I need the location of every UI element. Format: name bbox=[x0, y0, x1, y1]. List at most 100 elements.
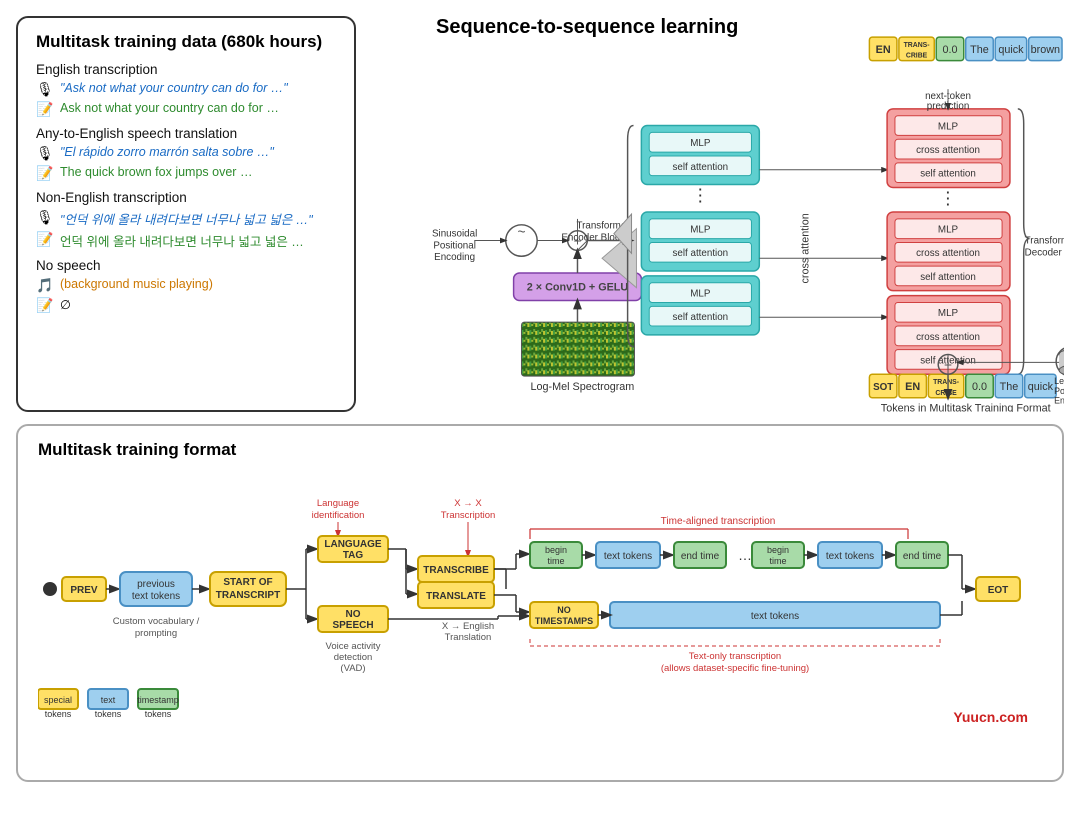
spectrogram-box bbox=[521, 322, 634, 376]
sinu-label2: Positional bbox=[433, 240, 476, 251]
dec-cross-bot-label: cross attention bbox=[916, 332, 980, 343]
out-token-en-label: EN bbox=[876, 44, 891, 56]
no-speech-label2: SPEECH bbox=[332, 620, 373, 631]
no-speech-text: (background music playing) bbox=[60, 277, 213, 291]
in-token-00-label: 0.0 bbox=[972, 381, 987, 393]
spectrogram-label: Log-Mel Spectrogram bbox=[530, 381, 634, 393]
enc-attn-mid-label: self attention bbox=[673, 248, 729, 259]
section-english-transcription: English transcription bbox=[36, 62, 336, 77]
vad-label3: (VAD) bbox=[340, 663, 365, 674]
end-time-label1: end time bbox=[681, 551, 720, 562]
enc-mlp-mid-label: MLP bbox=[690, 225, 711, 236]
enc-mlp-top-label: MLP bbox=[690, 138, 711, 149]
lang-id-label1: Language bbox=[317, 498, 359, 509]
in-token-quick-label: quick bbox=[1028, 381, 1054, 393]
dec-label2: Decoder Blocks bbox=[1025, 247, 1064, 258]
flow-dots: … bbox=[738, 547, 752, 563]
time-aligned-label: Time-aligned transcription bbox=[661, 516, 776, 527]
out-token-quick-label: quick bbox=[998, 44, 1024, 56]
dec-mlp-mid-label: MLP bbox=[938, 225, 959, 236]
sinu-label1: Sinusoidal bbox=[432, 229, 477, 240]
prev-text-label1: previous bbox=[137, 579, 175, 590]
tokens-label: Tokens in Multitask Training Format bbox=[881, 403, 1051, 412]
xx-trans-label1: X → X bbox=[454, 498, 482, 509]
learned-pos-label3: Encoding bbox=[1054, 396, 1064, 406]
data-row: 🎵 (background music playing) bbox=[36, 277, 336, 294]
data-row: 📝 언덕 위에 올라 내려다보면 너무나 넓고 넓은 … bbox=[36, 231, 336, 250]
legend-timestamp-text1: timestamp bbox=[137, 695, 179, 705]
note-icon: 📝 bbox=[36, 231, 54, 248]
no-timestamps-label2: TIMESTAMPS bbox=[535, 616, 593, 626]
data-row: 🎙 "El rápido zorro marrón salta sobre …" bbox=[36, 145, 336, 162]
lang-tag-label2: TAG bbox=[343, 550, 364, 561]
legend-special-text1: special bbox=[44, 695, 72, 705]
eot-label: EOT bbox=[988, 585, 1009, 596]
data-row: 🎙 "언덕 위에 올라 내려다보면 너무나 넓고 넓은 …" bbox=[36, 209, 336, 228]
data-row: 📝 Ask not what your country can do for … bbox=[36, 101, 336, 118]
in-token-the-label: The bbox=[1000, 381, 1019, 393]
no-timestamps-label1: NO bbox=[557, 605, 571, 615]
enc-mlp-bot-label: MLP bbox=[690, 289, 711, 300]
section-nonenglish: Non-English transcription bbox=[36, 190, 336, 205]
translate-label: TRANSLATE bbox=[426, 591, 486, 602]
lang-id-label2: identification bbox=[312, 510, 365, 521]
sot-label2: TRANSCRIPT bbox=[216, 590, 280, 601]
begin-time-label3: begin bbox=[767, 545, 789, 555]
xx-trans-label2: Transcription bbox=[441, 510, 496, 521]
out-token-the-label: The bbox=[970, 44, 989, 56]
text-tokens-wide-label: text tokens bbox=[751, 611, 799, 622]
dec-label1: Transformer bbox=[1025, 235, 1064, 246]
legend-timestamp-text2: tokens bbox=[145, 709, 172, 719]
learned-pos-label2: Positional bbox=[1054, 386, 1064, 396]
enc-attn-bot-label: self attention bbox=[673, 312, 729, 323]
mic-icon: 🎙 bbox=[36, 145, 54, 162]
flow-diagram-svg: PREV previous text tokens Custom vocabul… bbox=[38, 474, 1048, 729]
text-tokens-label1: text tokens bbox=[604, 551, 652, 562]
lang-tag-label1: LANGUAGE bbox=[324, 539, 382, 550]
text-tokens-label2: text tokens bbox=[826, 551, 874, 562]
note-icon: 📝 bbox=[36, 297, 54, 314]
left-box-title: Multitask training data (680k hours) bbox=[36, 32, 336, 52]
prev-text-label2: text tokens bbox=[132, 591, 180, 602]
text-only-label2: (allows dataset-specific fine-tuning) bbox=[661, 663, 809, 674]
sequence-learning-diagram: Sequence-to-sequence learning bbox=[376, 16, 1064, 412]
dec-self-mid-label: self attention bbox=[920, 272, 976, 283]
out-token-00-label: 0.0 bbox=[942, 44, 957, 56]
enc-dots: ⋮ bbox=[691, 185, 709, 205]
sinu-label3: Encoding bbox=[434, 252, 475, 263]
note-icon: 📝 bbox=[36, 165, 54, 182]
out-token-brown-label: brown bbox=[1031, 44, 1060, 56]
watermark-text: Yuucn.com bbox=[953, 709, 1028, 725]
prev-label: PREV bbox=[70, 585, 98, 596]
data-row: 📝 The quick brown fox jumps over … bbox=[36, 165, 336, 182]
dec-mlp-top-label: MLP bbox=[938, 121, 959, 132]
vad-label1: Voice activity bbox=[326, 641, 381, 652]
in-token-en-label: EN bbox=[905, 381, 920, 393]
music-icon: 🎵 bbox=[36, 277, 54, 294]
data-row: 🎙 "Ask not what your country can do for … bbox=[36, 81, 336, 98]
mic-icon: 🎙 bbox=[36, 209, 54, 226]
custom-vocab-label2: prompting bbox=[135, 628, 177, 639]
empty-transcript: ∅ bbox=[60, 297, 71, 312]
begin-time-label2: time bbox=[547, 556, 564, 566]
transcribe-label: TRANSCRIBE bbox=[423, 565, 489, 576]
mic-icon: 🎙 bbox=[36, 81, 54, 98]
legend-text-text2: tokens bbox=[95, 709, 122, 719]
note-icon: 📝 bbox=[36, 101, 54, 118]
sinu-tilde: ~ bbox=[517, 225, 525, 240]
x-eng-label1: X → English bbox=[442, 621, 494, 632]
learned-pos-label1: Learned bbox=[1054, 376, 1064, 386]
in-token-sot-label: SOT bbox=[873, 382, 893, 393]
no-speech-label1: NO bbox=[346, 609, 361, 620]
start-dot bbox=[43, 582, 57, 596]
multitask-data-box: Multitask training data (680k hours) Eng… bbox=[16, 16, 356, 412]
section-any-english: Any-to-English speech translation bbox=[36, 126, 336, 141]
conv-label: 2 × Conv1D + GELU bbox=[527, 282, 629, 294]
dec-dots: ⋮ bbox=[939, 188, 957, 208]
transcript-text-en: Ask not what your country can do for … bbox=[60, 101, 279, 115]
custom-vocab-label1: Custom vocabulary / bbox=[113, 616, 200, 627]
cross-attention-label: cross attention bbox=[799, 213, 811, 283]
dec-mlp-bot-label: MLP bbox=[938, 308, 959, 319]
dec-cross-top-label: cross attention bbox=[916, 145, 980, 156]
legend-text-text1: text bbox=[101, 695, 116, 705]
